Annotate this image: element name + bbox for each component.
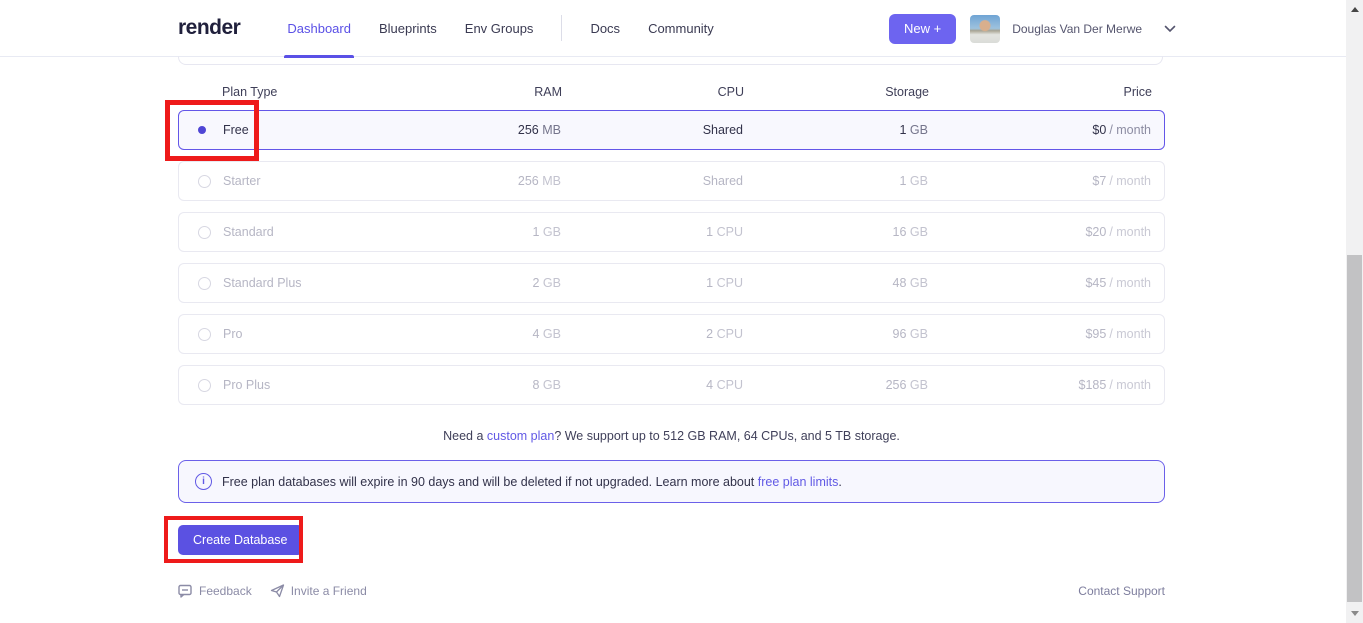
price-value: $0 bbox=[1092, 123, 1106, 137]
footer: Feedback Invite a Friend Contact Support bbox=[178, 583, 1165, 599]
plan-row[interactable]: Pro 4 GB 2 CPU 96 GB $95/ month bbox=[178, 314, 1165, 354]
radio-button[interactable] bbox=[198, 126, 206, 134]
custom-plan-suffix: ? We support up to 512 GB RAM, 64 CPUs, … bbox=[554, 429, 900, 443]
info-icon: i bbox=[195, 473, 212, 490]
price-cell: $95/ month bbox=[928, 327, 1151, 341]
plan-row[interactable]: Standard 1 GB 1 CPU 16 GB $20/ month bbox=[178, 212, 1165, 252]
price-value: $45 bbox=[1085, 276, 1106, 290]
plan-name: Standard Plus bbox=[220, 276, 381, 290]
price-cell: $7/ month bbox=[928, 174, 1151, 188]
contact-support-link[interactable]: Contact Support bbox=[1078, 584, 1165, 598]
price-per: / month bbox=[1109, 174, 1151, 188]
price-per: / month bbox=[1109, 327, 1151, 341]
plan-name: Pro bbox=[220, 327, 381, 341]
plan-row[interactable]: Free 256 MB Shared 1 GB $0/ month bbox=[178, 110, 1165, 150]
radio-button[interactable] bbox=[198, 175, 211, 188]
render-dashboard-page: render DashboardBlueprintsEnv GroupsDocs… bbox=[0, 0, 1363, 623]
ram-cell: 256 MB bbox=[381, 123, 561, 137]
ram-cell: 2 GB bbox=[381, 276, 561, 290]
main-content: Plan TypeRAMCPUStoragePrice Free 256 MB … bbox=[178, 0, 1165, 623]
radio-button[interactable] bbox=[198, 226, 211, 239]
price-per: / month bbox=[1109, 225, 1151, 239]
price-per: / month bbox=[1109, 123, 1151, 137]
price-value: $7 bbox=[1092, 174, 1106, 188]
price-value: $20 bbox=[1085, 225, 1106, 239]
paper-plane-icon bbox=[270, 584, 285, 598]
ram-cell: 8 GB bbox=[381, 378, 561, 392]
ram-cell: 256 MB bbox=[381, 174, 561, 188]
scroll-down-arrow[interactable] bbox=[1346, 606, 1363, 621]
create-database-button[interactable]: Create Database bbox=[178, 525, 303, 555]
ram-cell: 1 GB bbox=[381, 225, 561, 239]
free-plan-limits-link[interactable]: free plan limits bbox=[758, 475, 839, 489]
plan-name: Standard bbox=[220, 225, 381, 239]
column-header-plan-type: Plan Type bbox=[222, 85, 382, 99]
price-value: $95 bbox=[1085, 327, 1106, 341]
column-header-price: Price bbox=[929, 85, 1152, 99]
previous-section-bottom-edge bbox=[178, 56, 1163, 65]
price-cell: $20/ month bbox=[928, 225, 1151, 239]
plan-row[interactable]: Pro Plus 8 GB 4 CPU 256 GB $185/ month bbox=[178, 365, 1165, 405]
column-header-cpu: CPU bbox=[562, 85, 744, 99]
cpu-cell: Shared bbox=[561, 174, 743, 188]
ram-cell: 4 GB bbox=[381, 327, 561, 341]
banner-period: . bbox=[838, 475, 841, 489]
plan-table-rows: Free 256 MB Shared 1 GB $0/ month Starte… bbox=[178, 110, 1165, 416]
invite-a-friend-button[interactable]: Invite a Friend bbox=[270, 584, 367, 598]
custom-plan-note: Need a custom plan? We support up to 512… bbox=[178, 429, 1165, 443]
cpu-cell: 4 CPU bbox=[561, 378, 743, 392]
plan-name: Free bbox=[220, 123, 381, 137]
chevron-down-icon[interactable] bbox=[1164, 25, 1176, 33]
feedback-icon bbox=[178, 584, 193, 598]
cpu-cell: 1 CPU bbox=[561, 225, 743, 239]
scroll-up-arrow[interactable] bbox=[1346, 2, 1363, 17]
feedback-button[interactable]: Feedback bbox=[178, 584, 252, 598]
radio-button[interactable] bbox=[198, 277, 211, 290]
price-per: / month bbox=[1109, 378, 1151, 392]
price-cell: $45/ month bbox=[928, 276, 1151, 290]
price-cell: $185/ month bbox=[928, 378, 1151, 392]
price-cell: $0/ month bbox=[928, 123, 1151, 137]
scrollbar-thumb[interactable] bbox=[1347, 255, 1362, 602]
vertical-scrollbar[interactable] bbox=[1346, 0, 1363, 623]
plan-row[interactable]: Starter 256 MB Shared 1 GB $7/ month bbox=[178, 161, 1165, 201]
price-per: / month bbox=[1109, 276, 1151, 290]
free-plan-banner: i Free plan databases will expire in 90 … bbox=[178, 460, 1165, 503]
radio-button[interactable] bbox=[198, 379, 211, 392]
storage-cell: 48 GB bbox=[743, 276, 928, 290]
column-header-ram: RAM bbox=[382, 85, 562, 99]
cpu-cell: 1 CPU bbox=[561, 276, 743, 290]
storage-cell: 16 GB bbox=[743, 225, 928, 239]
storage-cell: 256 GB bbox=[743, 378, 928, 392]
plan-row[interactable]: Standard Plus 2 GB 1 CPU 48 GB $45/ mont… bbox=[178, 263, 1165, 303]
storage-cell: 96 GB bbox=[743, 327, 928, 341]
plan-name: Starter bbox=[220, 174, 381, 188]
banner-message: Free plan databases will expire in 90 da… bbox=[222, 475, 758, 489]
custom-plan-prefix: Need a bbox=[443, 429, 487, 443]
cpu-cell: Shared bbox=[561, 123, 743, 137]
storage-cell: 1 GB bbox=[743, 123, 928, 137]
cpu-cell: 2 CPU bbox=[561, 327, 743, 341]
radio-button[interactable] bbox=[198, 328, 211, 341]
price-value: $185 bbox=[1079, 378, 1107, 392]
column-header-storage: Storage bbox=[744, 85, 929, 99]
plan-table-header: Plan TypeRAMCPUStoragePrice bbox=[178, 84, 1165, 100]
banner-text: Free plan databases will expire in 90 da… bbox=[222, 475, 842, 489]
storage-cell: 1 GB bbox=[743, 174, 928, 188]
plan-name: Pro Plus bbox=[220, 378, 381, 392]
feedback-label: Feedback bbox=[199, 584, 252, 598]
custom-plan-link[interactable]: custom plan bbox=[487, 429, 554, 443]
invite-label: Invite a Friend bbox=[291, 584, 367, 598]
